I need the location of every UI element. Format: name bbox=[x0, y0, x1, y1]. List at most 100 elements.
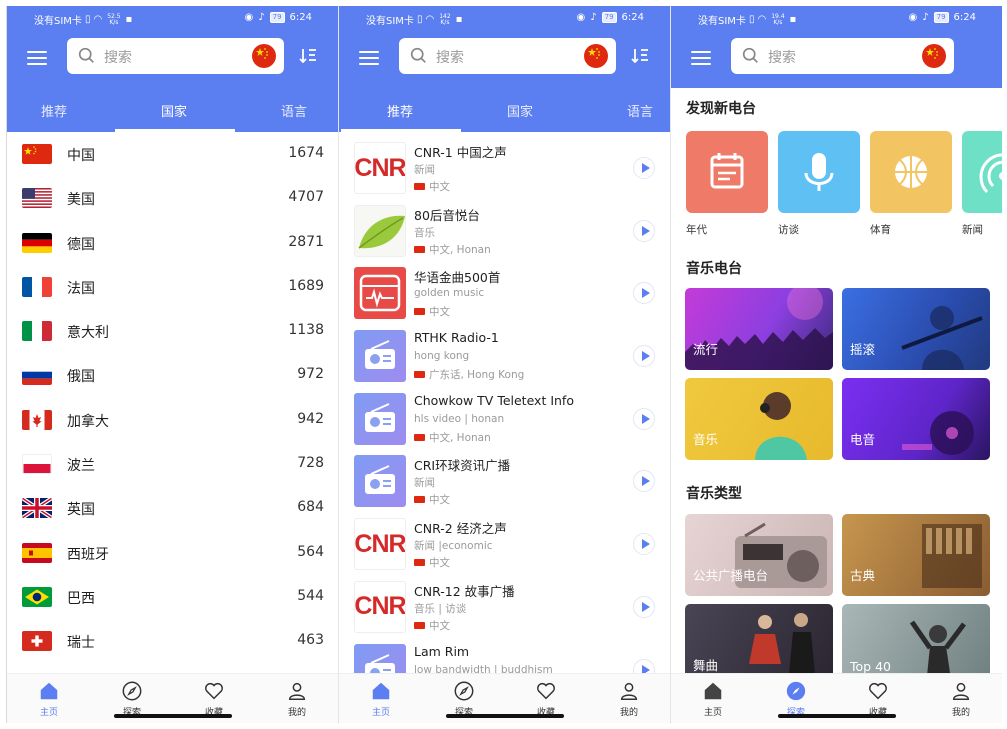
nav-home[interactable]: 主页 bbox=[351, 680, 411, 718]
station-name: RTHK Radio-1 bbox=[414, 330, 499, 346]
music-station-card-electronic[interactable]: 电音 bbox=[842, 378, 990, 460]
play-button[interactable] bbox=[633, 595, 655, 618]
station-tags: hls video | honan bbox=[414, 412, 505, 425]
tab-languages[interactable]: 语言 bbox=[281, 101, 307, 120]
china-flag-icon[interactable] bbox=[252, 44, 276, 68]
category-tile-talk[interactable] bbox=[778, 131, 860, 213]
china-flag-icon bbox=[414, 371, 425, 379]
wifi-icon: ◠ bbox=[93, 14, 103, 25]
country-row[interactable]: 英国 684 bbox=[7, 486, 338, 530]
country-row[interactable]: 西班牙 564 bbox=[7, 531, 338, 575]
nav-home[interactable]: 主页 bbox=[683, 680, 743, 718]
station-language: 中文, Honan bbox=[414, 242, 491, 257]
nav-favorites[interactable]: 收藏 bbox=[516, 680, 576, 718]
station-row[interactable]: RTHK Radio-1 hong kong 广东话, Hong Kong bbox=[339, 324, 670, 387]
gesture-bar[interactable] bbox=[114, 714, 232, 718]
search-input[interactable]: 搜索 bbox=[731, 38, 954, 74]
station-count: 728 bbox=[297, 455, 324, 472]
play-button[interactable] bbox=[633, 219, 655, 242]
nav-explore[interactable]: 探索 bbox=[766, 680, 826, 718]
search-icon bbox=[78, 47, 94, 63]
person-icon bbox=[952, 682, 970, 700]
station-row[interactable]: CNR CNR-1 中国之声 新闻 中文 bbox=[339, 136, 670, 199]
genre-card-public-radio[interactable]: 公共广播电台 bbox=[685, 514, 833, 596]
mute-icon: ♪ bbox=[922, 12, 929, 23]
play-button[interactable] bbox=[633, 345, 655, 368]
category-tile-news[interactable] bbox=[962, 131, 1002, 213]
genre-card-classical[interactable]: 古典 bbox=[842, 514, 990, 596]
station-count: 972 bbox=[297, 366, 324, 383]
nav-explore[interactable]: 探索 bbox=[434, 680, 494, 718]
gesture-bar[interactable] bbox=[446, 714, 564, 718]
station-row[interactable]: CNR CNR-2 经济之声 新闻 |economic 中文 bbox=[339, 512, 670, 575]
category-tile-era[interactable] bbox=[686, 131, 768, 213]
country-row[interactable]: 波兰 728 bbox=[7, 442, 338, 486]
sort-icon[interactable] bbox=[630, 46, 650, 66]
nav-favorites[interactable]: 收藏 bbox=[184, 680, 244, 718]
nav-profile[interactable]: 我的 bbox=[267, 680, 327, 718]
country-row[interactable]: 德国 2871 bbox=[7, 221, 338, 265]
country-name: 意大利 bbox=[67, 325, 109, 342]
carrier-text: 没有SIM卡 bbox=[698, 16, 746, 27]
country-row[interactable]: 法国 1689 bbox=[7, 265, 338, 309]
country-row[interactable]: 中国 1674 bbox=[7, 132, 338, 176]
nav-home[interactable]: 主页 bbox=[19, 680, 79, 718]
station-row[interactable]: 华语金曲500首 golden music 中文 bbox=[339, 261, 670, 324]
nav-explore[interactable]: 探索 bbox=[102, 680, 162, 718]
country-row[interactable]: 美国 4707 bbox=[7, 176, 338, 220]
play-button[interactable] bbox=[633, 407, 655, 430]
sort-icon[interactable] bbox=[298, 46, 318, 66]
play-button[interactable] bbox=[633, 282, 655, 305]
category-tile-sports[interactable] bbox=[870, 131, 952, 213]
nav-favorites[interactable]: 收藏 bbox=[848, 680, 908, 718]
nav-home-label: 主页 bbox=[703, 708, 722, 718]
country-row[interactable]: 加拿大 942 bbox=[7, 398, 338, 442]
station-count: 2871 bbox=[288, 233, 324, 250]
search-placeholder: 搜索 bbox=[104, 50, 132, 66]
country-row[interactable]: 俄国 972 bbox=[7, 353, 338, 397]
china-flag-icon bbox=[414, 308, 425, 316]
search-input[interactable]: 搜索 bbox=[399, 38, 616, 74]
person-icon bbox=[620, 682, 638, 700]
menu-icon[interactable] bbox=[359, 51, 379, 67]
tab-bar: 推荐 国家 语言 bbox=[7, 88, 338, 132]
nav-profile[interactable]: 我的 bbox=[931, 680, 991, 718]
china-flag-icon[interactable] bbox=[584, 44, 608, 68]
play-button[interactable] bbox=[633, 157, 655, 179]
station-name: CNR-12 故事广播 bbox=[414, 583, 515, 599]
music-station-card-music[interactable]: 音乐 bbox=[685, 378, 833, 460]
country-row[interactable]: 意大利 1138 bbox=[7, 309, 338, 353]
tab-languages[interactable]: 语言 bbox=[627, 101, 653, 120]
menu-icon[interactable] bbox=[691, 51, 711, 67]
play-button[interactable] bbox=[633, 470, 655, 493]
station-row[interactable]: CRI环球资讯广播 新闻 中文 bbox=[339, 449, 670, 512]
station-row[interactable]: Chowkow TV Teletext Info hls video | hon… bbox=[339, 387, 670, 450]
china-flag-icon[interactable] bbox=[922, 44, 946, 68]
gesture-bar[interactable] bbox=[778, 714, 896, 718]
music-station-card-rock[interactable]: 摇滚 bbox=[842, 288, 990, 370]
country-row[interactable]: 瑞士 463 bbox=[7, 619, 338, 663]
status-bar: 没有SIM卡 ▯ ◠ 52.5 K/s ▪ ◉ ♪ 79 6:24 bbox=[7, 6, 338, 32]
country-row[interactable]: 巴西 544 bbox=[7, 575, 338, 619]
tab-recommended[interactable]: 推荐 bbox=[387, 101, 413, 120]
compass-icon bbox=[454, 681, 474, 701]
radio-icon bbox=[354, 455, 406, 508]
station-language: 中文 bbox=[414, 492, 450, 507]
music-station-card-pop[interactable]: 流行 bbox=[685, 288, 833, 370]
nav-profile[interactable]: 我的 bbox=[599, 680, 659, 718]
station-row[interactable]: CNR CNR-12 故事广播 音乐 | 访谈 中文 bbox=[339, 575, 670, 638]
usa-flag-icon bbox=[22, 188, 52, 209]
station-row[interactable]: 80后音悦台 音乐 中文, Honan bbox=[339, 199, 670, 262]
tab-countries[interactable]: 国家 bbox=[507, 101, 533, 120]
home-icon bbox=[40, 682, 58, 700]
menu-icon[interactable] bbox=[27, 51, 47, 67]
country-name: 巴西 bbox=[67, 590, 95, 607]
france-flag-icon bbox=[22, 276, 52, 297]
station-tags: 新闻 |economic bbox=[414, 540, 493, 553]
search-input[interactable]: 搜索 bbox=[67, 38, 284, 74]
station-language: 中文 bbox=[414, 555, 450, 570]
play-button[interactable] bbox=[633, 533, 655, 556]
tab-countries[interactable]: 国家 bbox=[161, 101, 187, 120]
tab-recommended[interactable]: 推荐 bbox=[41, 101, 67, 120]
station-language: 中文 bbox=[414, 179, 450, 194]
